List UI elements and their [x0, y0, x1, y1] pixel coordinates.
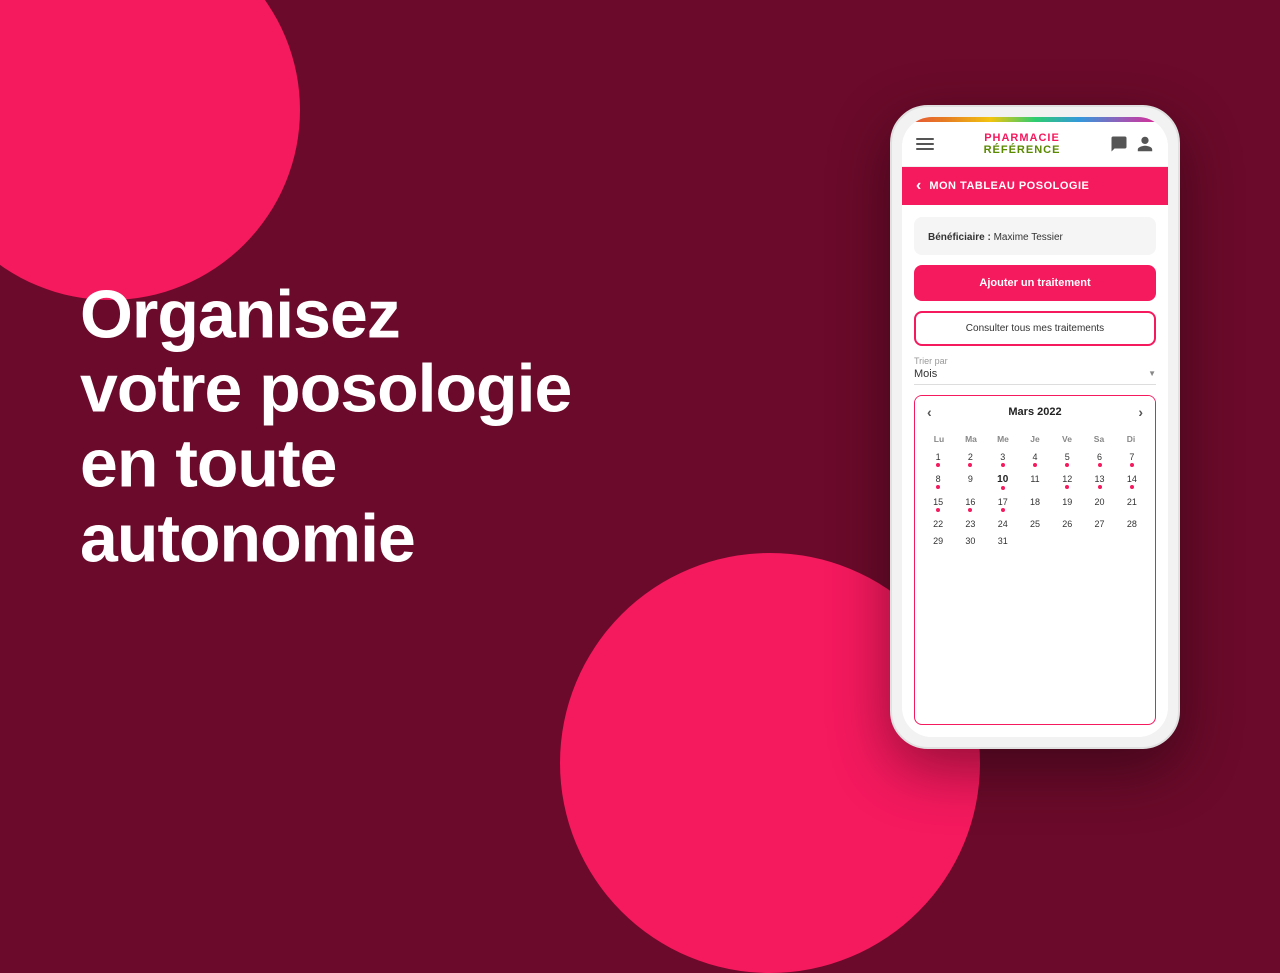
- calendar-day-name: Me: [987, 432, 1019, 446]
- header-icons: [1110, 135, 1154, 153]
- calendar-day[interactable]: 21: [1117, 495, 1147, 515]
- calendar-day[interactable]: 20: [1084, 495, 1114, 515]
- calendar-dot: [936, 508, 940, 512]
- calendar-day-names: LuMaMeJeVeSaDi: [923, 432, 1147, 446]
- calendar-days: 1234567891011121314151617181920212223242…: [923, 450, 1147, 549]
- calendar-day[interactable]: 24: [988, 517, 1018, 532]
- calendar-day[interactable]: 12: [1052, 472, 1082, 493]
- calendar-dot: [1001, 486, 1005, 490]
- calendar-day[interactable]: 9: [955, 472, 985, 493]
- calendar-header: ‹ Mars 2022 ›: [915, 396, 1155, 428]
- calendar-day: [1052, 534, 1082, 549]
- add-treatment-button[interactable]: Ajouter un traitement: [914, 265, 1156, 301]
- calendar-day[interactable]: 5: [1052, 450, 1082, 470]
- calendar-day-name: Lu: [923, 432, 955, 446]
- phone-screen: PHARMACIE RÉFÉRENCE ‹ MON TABLEAU POSOLO…: [902, 117, 1168, 737]
- calendar-day[interactable]: 1: [923, 450, 953, 470]
- calendar-dot: [1001, 463, 1005, 467]
- calendar-day[interactable]: 29: [923, 534, 953, 549]
- phone-header: PHARMACIE RÉFÉRENCE: [902, 122, 1168, 167]
- calendar-day[interactable]: 26: [1052, 517, 1082, 532]
- beneficiaire-text: Bénéficiaire : Maxime Tessier: [928, 232, 1063, 243]
- calendar-prev-button[interactable]: ‹: [927, 404, 932, 420]
- calendar-month-year: Mars 2022: [1008, 406, 1061, 418]
- calendar-dot: [936, 485, 940, 489]
- calendar-day[interactable]: 8: [923, 472, 953, 493]
- calendar-dot: [1098, 463, 1102, 467]
- hero-line3: en toute autonomie: [80, 426, 415, 577]
- calendar-dot: [1065, 485, 1069, 489]
- calendar-day[interactable]: 10: [988, 472, 1018, 493]
- sort-value: Mois: [914, 368, 937, 380]
- calendar-day[interactable]: 27: [1084, 517, 1114, 532]
- calendar-day[interactable]: 16: [955, 495, 985, 515]
- menu-icon[interactable]: [916, 138, 934, 150]
- calendar-day-name: Je: [1019, 432, 1051, 446]
- back-arrow[interactable]: ‹: [916, 177, 921, 195]
- dropdown-arrow-icon: ▼: [1148, 369, 1156, 378]
- sort-label: Trier par: [914, 356, 1156, 366]
- calendar-day[interactable]: 22: [923, 517, 953, 532]
- consult-treatments-button[interactable]: Consulter tous mes traitements: [914, 311, 1156, 346]
- logo-line1: PHARMACIE: [984, 132, 1061, 144]
- calendar-grid: LuMaMeJeVeSaDi 1234567891011121314151617…: [915, 428, 1155, 557]
- calendar: ‹ Mars 2022 › LuMaMeJeVeSaDi 12345678910…: [914, 395, 1156, 725]
- sort-dropdown[interactable]: Mois ▼: [914, 368, 1156, 385]
- phone-content: Bénéficiaire : Maxime Tessier Ajouter un…: [902, 205, 1168, 737]
- calendar-day: [1020, 534, 1050, 549]
- calendar-day: [1084, 534, 1114, 549]
- calendar-day-name: Di: [1115, 432, 1147, 446]
- calendar-day[interactable]: 17: [988, 495, 1018, 515]
- hero-line2: votre posologie: [80, 351, 571, 427]
- calendar-day[interactable]: 6: [1084, 450, 1114, 470]
- calendar-day-name: Ve: [1051, 432, 1083, 446]
- logo-line2: RÉFÉRENCE: [984, 144, 1061, 156]
- calendar-day[interactable]: 7: [1117, 450, 1147, 470]
- calendar-day[interactable]: 11: [1020, 472, 1050, 493]
- calendar-day[interactable]: 15: [923, 495, 953, 515]
- phone-frame: PHARMACIE RÉFÉRENCE ‹ MON TABLEAU POSOLO…: [890, 105, 1180, 749]
- calendar-dot: [1033, 463, 1037, 467]
- sort-section: Trier par Mois ▼: [914, 356, 1156, 385]
- calendar-day-name: Ma: [955, 432, 987, 446]
- phone-mockup: PHARMACIE RÉFÉRENCE ‹ MON TABLEAU POSOLO…: [890, 105, 1180, 749]
- calendar-dot: [1098, 485, 1102, 489]
- calendar-day[interactable]: 19: [1052, 495, 1082, 515]
- pink-nav-bar: ‹ MON TABLEAU POSOLOGIE: [902, 167, 1168, 205]
- pharmacie-logo: PHARMACIE RÉFÉRENCE: [984, 132, 1061, 156]
- calendar-day-name: Sa: [1083, 432, 1115, 446]
- calendar-day[interactable]: 28: [1117, 517, 1147, 532]
- beneficiaire-name: Maxime Tessier: [994, 232, 1063, 243]
- calendar-day[interactable]: 14: [1117, 472, 1147, 493]
- calendar-day[interactable]: 13: [1084, 472, 1114, 493]
- calendar-dot: [1130, 485, 1134, 489]
- calendar-dot: [968, 463, 972, 467]
- calendar-day[interactable]: 2: [955, 450, 985, 470]
- calendar-dot: [936, 463, 940, 467]
- nav-title: MON TABLEAU POSOLOGIE: [929, 180, 1089, 192]
- calendar-day[interactable]: 30: [955, 534, 985, 549]
- bg-circle-top-left: [0, 0, 300, 300]
- calendar-dot: [1001, 508, 1005, 512]
- calendar-day[interactable]: 31: [988, 534, 1018, 549]
- calendar-day[interactable]: 25: [1020, 517, 1050, 532]
- calendar-day[interactable]: 23: [955, 517, 985, 532]
- beneficiaire-box: Bénéficiaire : Maxime Tessier: [914, 217, 1156, 255]
- calendar-day[interactable]: 18: [1020, 495, 1050, 515]
- hero-line1: Organisez: [80, 276, 400, 352]
- beneficiaire-label: Bénéficiaire :: [928, 232, 991, 243]
- calendar-dot: [1130, 463, 1134, 467]
- hero-title: Organisez votre posologie en toute auton…: [80, 277, 660, 576]
- calendar-dot: [1065, 463, 1069, 467]
- calendar-day: [1117, 534, 1147, 549]
- calendar-day[interactable]: 3: [988, 450, 1018, 470]
- calendar-day[interactable]: 4: [1020, 450, 1050, 470]
- user-icon[interactable]: [1136, 135, 1154, 153]
- hero-section: Organisez votre posologie en toute auton…: [80, 277, 660, 576]
- calendar-next-button[interactable]: ›: [1138, 404, 1143, 420]
- calendar-dot: [968, 508, 972, 512]
- chat-icon[interactable]: [1110, 135, 1128, 153]
